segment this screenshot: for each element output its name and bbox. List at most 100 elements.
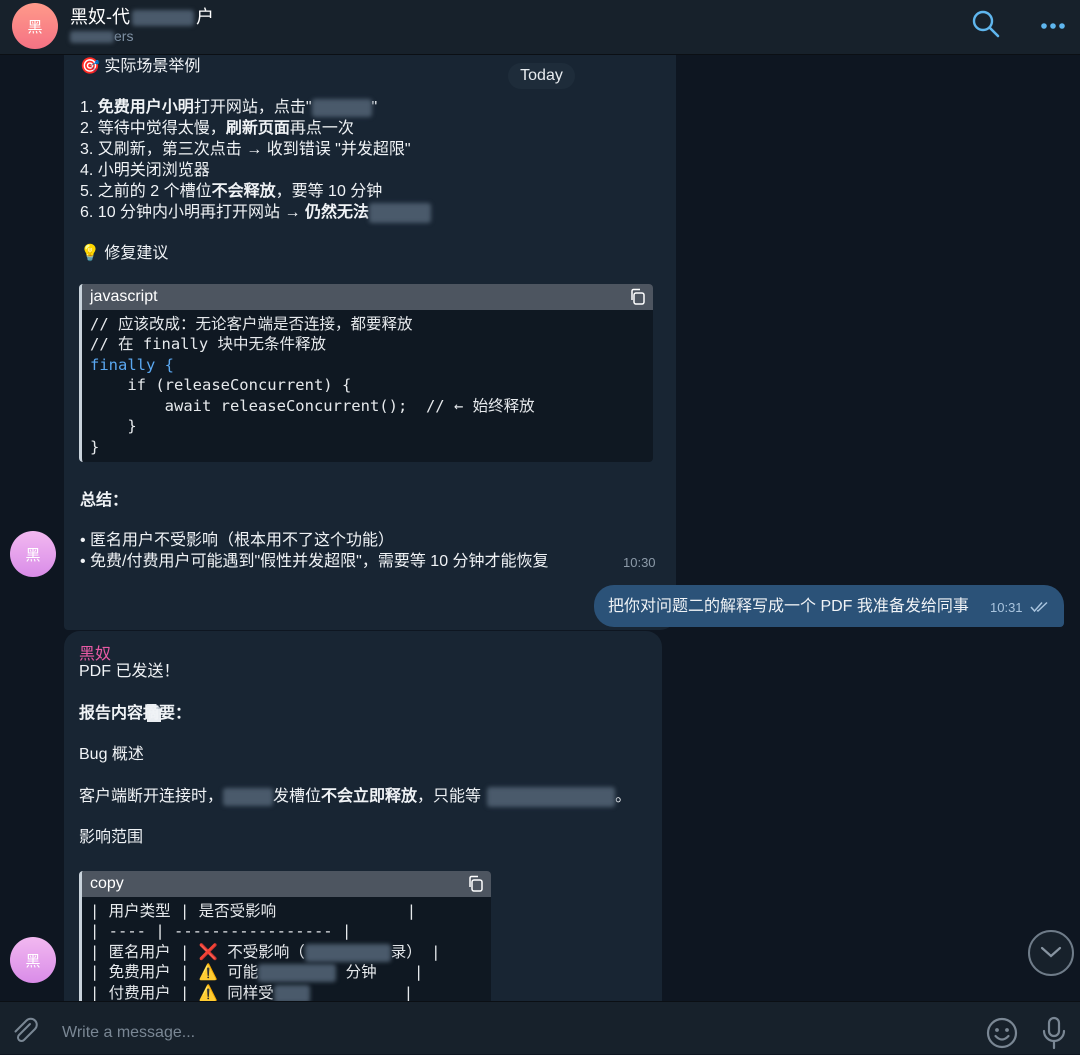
code-line: if (releaseConcurrent) { [90,376,352,394]
bug-text-part: 发槽位 [273,788,322,805]
message-text: 把你对问题二的解释写成一个 PDF 我准备发给同事 [608,598,969,615]
more-icon[interactable] [1040,18,1066,36]
message-text: PDF 已发送！ [79,663,180,680]
step-bold: 不会释放 [211,183,276,200]
bug-text: 客户端断开连接时， 发槽位不会立即释放，只能等 。 [79,786,631,807]
chat-subtitle: ers [70,28,133,44]
target-icon: 🎯 [80,58,100,75]
step-bold: 刷新页面 [225,120,290,137]
date-badge: Today [508,63,575,89]
code-line: // 在 finally 块中无条件释放 [90,335,326,353]
redacted-block [311,98,372,117]
code-line: } [90,417,137,435]
redacted-block [304,943,391,962]
chat-subtitle-text: ers [114,28,134,44]
avatar-glyph: 黑 [25,951,41,970]
chat-title-prefix: 黑奴-代 [70,7,130,27]
code-language: javascript [90,288,158,305]
step-number: 4. [80,162,94,179]
list-item: • 免费/付费用户可能遇到"假性并发超限"，需要等 10 分钟才能恢复 [80,553,549,570]
mic-icon[interactable] [1041,1016,1067,1055]
table-cell: 分钟 | [345,963,424,981]
bug-text-part: 客户端断开连接时， [79,788,224,805]
bug-text-bold: 不会立即释放 [321,788,418,805]
code-language: copy [90,875,124,892]
message-list[interactable]: 🎯 实际场景举例 1. 免费用户小明打开网站，点击" " 2. 等待中觉得太慢，刷… [0,55,1080,1001]
bug-heading: Bug 概述 [79,746,144,763]
step-number: 1. [80,99,94,116]
chat-avatar[interactable]: 黑 [12,3,58,49]
step-number: 5. [80,183,94,200]
code-line: await releaseConcurrent(); // ← 始终释放 [90,397,535,415]
summary-title: 总结： [80,492,129,509]
code-block: copy | 用户类型 | 是否受影响 | | ---- | ---------… [79,871,491,1001]
message-time: 10:30 [623,555,656,570]
step-number: 3. [80,141,94,158]
chat-title-suffix: 户 [196,7,214,27]
message-time: 10:31 [990,600,1023,615]
table-line: | 付费用户 | ⚠️ 同样受 | [90,983,413,1001]
table-cell: 录） | [390,943,441,961]
redacted-block [487,786,616,807]
table-line: | 匿名用户 | ❌ 不受影响（ 录） | [90,942,440,963]
outgoing-message[interactable]: 把你对问题二的解释写成一个 PDF 我准备发给同事 10:31 [594,585,1064,627]
list-item: 3. 又刷新，第三次点击 → 收到错误 "并发超限" [80,139,411,160]
redacted-block [273,984,310,1001]
step-text: ，要等 10 分钟 [275,183,383,200]
list-item: 1. 免费用户小明打开网站，点击" " [80,98,378,117]
table-cell: | 免费用户 | ⚠️ 可能 [90,963,259,981]
code-block-header: javascript [82,284,653,310]
scroll-down-button[interactable] [1028,930,1074,976]
bug-text-part: 。 [615,788,632,805]
step-bold: 免费用户小明 [97,99,194,116]
fix-heading-text: 修复建议 [104,245,169,262]
message-composer: Write a message... [0,1001,1080,1054]
step-bold: 仍然无法 [304,204,369,221]
code-block-header: copy [82,871,491,897]
step-text: 再点一次 [289,120,354,137]
fix-heading: 💡 修复建议 [80,243,168,264]
list-item: • 匿名用户不受影响（根本用不了这个功能） [80,532,395,549]
message-input[interactable]: Write a message... [62,1024,195,1042]
double-check-icon [1030,600,1050,618]
step-text: 又刷新，第三次点击 → 收到错误 "并发超限" [97,141,411,158]
list-item: 4. 小明关闭浏览器 [80,160,210,181]
chat-header: 黑 黑奴-代 户 ers [0,0,1080,55]
code-line: } [90,438,100,456]
code-block: javascript // 应该改成：无论客户端是否连接，都要释放 // 在 f… [79,284,653,462]
list-item: 6. 10 分钟内小明再打开网站 → 仍然无法 [80,202,431,223]
incoming-message[interactable]: 🎯 实际场景举例 1. 免费用户小明打开网站，点击" " 2. 等待中觉得太慢，刷… [64,55,676,630]
copy-icon[interactable] [629,288,647,311]
chevron-down-icon [1040,946,1062,958]
code-line: finally { [90,356,174,374]
emoji-icon[interactable] [985,1016,1019,1055]
table-cell: | 付费用户 | ⚠️ 同样受 [90,984,274,1001]
step-text: 打开网站，点击" [193,99,312,116]
avatar-glyph: 黑 [27,17,43,36]
bug-text-part: ，只能等 [417,788,482,805]
lightbulb-icon: 💡 [80,245,100,262]
table-line: | 免费用户 | ⚠️ 可能 分钟 | [90,962,423,983]
sender-avatar[interactable]: 黑 [10,531,56,577]
sender-avatar[interactable]: 黑 [10,937,56,983]
copy-icon[interactable] [467,875,485,898]
redacted-block [258,963,337,982]
list-item: 2. 等待中觉得太慢，刷新页面再点一次 [80,118,354,139]
impact-heading: 影响范围 [79,829,144,846]
table-line: | ---- | ----------------- | [90,922,352,940]
incoming-message[interactable]: 黑奴 PDF 已发送！ 报告内容摘要： Bug 概述 客户端断开连接时， 发槽位不… [64,631,662,1001]
code-line: // 应该改成：无论客户端是否连接，都要释放 [90,315,413,333]
search-icon[interactable] [970,8,1002,45]
step-text: 小明关闭浏览器 [97,162,210,179]
redacted-block [368,202,431,223]
avatar-glyph: 黑 [25,545,41,564]
step-text: 之前的 2 个槽位 [97,183,212,200]
redacted-block [132,10,194,27]
step-number: 6. [80,204,94,221]
step-text: 10 分钟内小明再打开网站 → [97,204,305,221]
attach-icon[interactable] [10,1016,40,1051]
chat-title[interactable]: 黑奴-代 户 [70,3,214,29]
scenario-heading: 🎯 实际场景举例 [80,56,200,77]
table-line: | 用户类型 | 是否受影响 | [90,902,417,920]
table-cell: | 匿名用户 | ❌ 不受影响（ [90,943,305,961]
